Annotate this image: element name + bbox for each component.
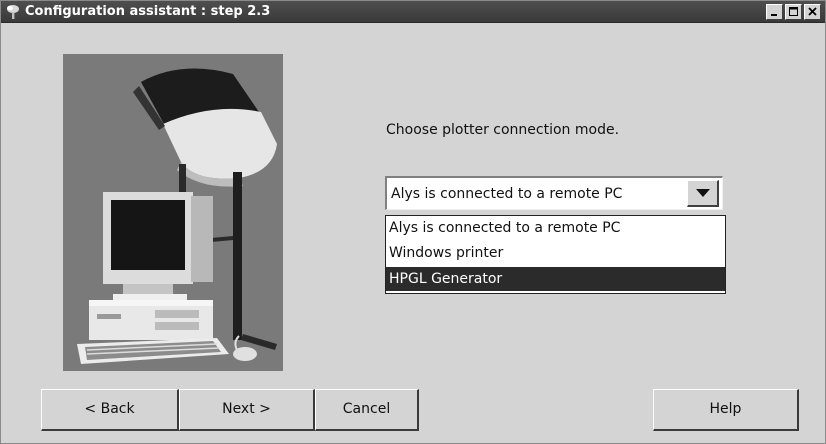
configuration-assistant-window: Configuration assistant : step 2.3 Choos… — [0, 0, 826, 444]
connection-mode-dropdown-list: Alys is connected to a remote PC Windows… — [385, 215, 726, 294]
plotter-computer-illustration — [63, 54, 283, 371]
prompt-label: Choose plotter connection mode. — [386, 122, 620, 138]
back-button[interactable]: < Back — [41, 389, 179, 431]
next-button[interactable]: Next > — [179, 389, 315, 431]
combobox-selected-value: Alys is connected to a remote PC — [391, 186, 623, 202]
caption-buttons — [766, 4, 821, 20]
tree-icon — [7, 5, 19, 19]
cancel-button[interactable]: Cancel — [315, 389, 419, 431]
dropdown-option-hpgl-generator[interactable]: HPGL Generator — [386, 267, 725, 291]
maximize-icon — [789, 7, 798, 16]
dropdown-option-remote-pc[interactable]: Alys is connected to a remote PC — [386, 216, 725, 240]
maximize-button[interactable] — [785, 4, 802, 20]
close-button[interactable] — [804, 4, 821, 20]
combobox-dropdown-button[interactable] — [687, 180, 719, 207]
minimize-icon — [771, 14, 777, 16]
connection-mode-combobox[interactable]: Alys is connected to a remote PC — [385, 176, 723, 210]
help-button[interactable]: Help — [653, 389, 799, 431]
window-title: Configuration assistant : step 2.3 — [25, 4, 271, 19]
dropdown-option-windows-printer[interactable]: Windows printer — [386, 241, 725, 265]
close-icon — [808, 7, 817, 16]
minimize-button[interactable] — [766, 4, 783, 20]
chevron-down-icon — [696, 189, 710, 197]
title-bar[interactable]: Configuration assistant : step 2.3 — [1, 1, 825, 23]
computer-case-illustration — [89, 300, 213, 340]
